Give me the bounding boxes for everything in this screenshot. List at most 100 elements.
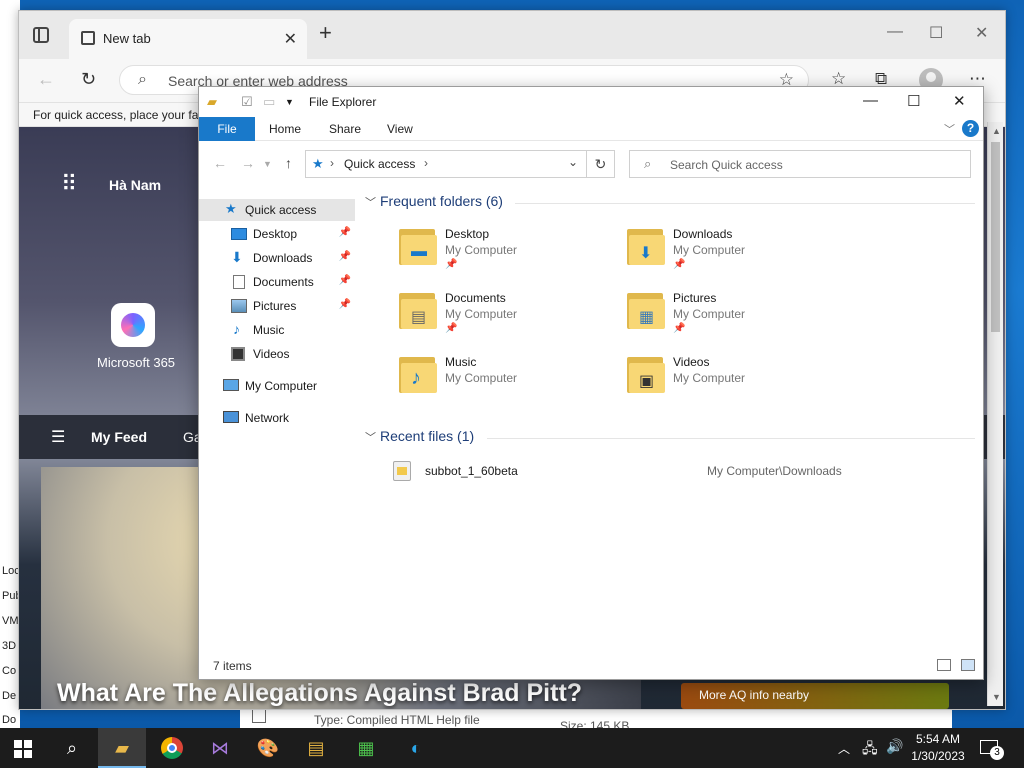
nav-item-pictures[interactable]: Pictures 📌 xyxy=(199,295,355,317)
volume-icon[interactable]: 🔊 xyxy=(886,738,903,755)
nav-item-desktop[interactable]: Desktop 📌 xyxy=(199,223,355,245)
tab-file[interactable]: File xyxy=(199,117,255,141)
nav-item-my-computer[interactable]: My Computer xyxy=(199,375,355,397)
address-box[interactable]: ★ › Quick access › ⌄ xyxy=(305,150,587,178)
new-tab-button[interactable]: + xyxy=(319,22,332,44)
tab-share[interactable]: Share xyxy=(329,122,361,136)
scrollbar-thumb[interactable] xyxy=(991,142,1000,332)
close-button[interactable]: ✕ xyxy=(953,92,966,110)
tab-actions-icon[interactable] xyxy=(33,27,49,43)
my-feed-tab[interactable]: My Feed xyxy=(91,429,147,445)
nav-label: My Computer xyxy=(245,379,318,393)
nav-item-documents[interactable]: Documents 📌 xyxy=(199,271,355,293)
close-button[interactable]: ✕ xyxy=(975,23,988,43)
archive-taskbar-icon[interactable]: ▤ xyxy=(292,728,340,768)
network-icon xyxy=(223,411,239,423)
file-explorer-taskbar-icon[interactable]: ▰ xyxy=(98,728,146,768)
folder-videos[interactable]: ▣ Videos My Computer xyxy=(593,353,793,405)
background-window-fragment: Loc Pub VM 3D Co De Do xyxy=(0,0,20,728)
paint-taskbar-icon[interactable]: 🎨 xyxy=(244,728,292,768)
nav-label: Music xyxy=(253,323,285,337)
nav-label: Documents xyxy=(253,275,314,289)
divider xyxy=(487,438,975,439)
visual-studio-taskbar-icon[interactable]: ⋈ xyxy=(196,728,244,768)
address-dropdown-icon[interactable]: ⌄ xyxy=(568,155,578,169)
show-hidden-icons-icon[interactable]: ︿ xyxy=(838,740,850,757)
tab-home[interactable]: Home xyxy=(269,122,301,136)
nav-item-quick-access[interactable]: ★ Quick access xyxy=(199,199,355,221)
up-arrow-icon[interactable]: ↑ xyxy=(285,155,292,171)
new-folder-icon[interactable]: ▭ xyxy=(263,94,275,110)
chrome-taskbar-icon[interactable] xyxy=(148,728,196,768)
pin-icon: 📌 xyxy=(338,275,351,286)
network-tray-icon[interactable]: 🖧 xyxy=(862,738,878,762)
notification-badge: 3 xyxy=(990,746,1004,760)
pin-icon: 📌 xyxy=(338,299,351,310)
bot-app-taskbar-icon[interactable]: ▦ xyxy=(342,728,390,768)
maximize-button[interactable]: ☐ xyxy=(929,23,943,43)
menu-icon[interactable]: ☰ xyxy=(51,427,65,447)
help-icon[interactable]: ? xyxy=(962,120,979,137)
properties-icon[interactable]: ☑ xyxy=(241,94,253,110)
clock-time[interactable]: 5:54 AM xyxy=(908,732,968,746)
tile-label: Microsoft 365 xyxy=(97,355,176,370)
breadcrumb-separator-icon[interactable]: › xyxy=(330,156,334,170)
nav-item-videos[interactable]: Videos xyxy=(199,343,355,365)
tab-new-tab[interactable]: New tab ✕ xyxy=(69,19,307,59)
nav-item-music[interactable]: ♪ Music xyxy=(199,319,355,341)
clock-date[interactable]: 1/30/2023 xyxy=(908,749,968,763)
forward-arrow-icon[interactable]: → xyxy=(241,155,255,171)
notification-center[interactable]: 3 xyxy=(980,738,1004,760)
expand-ribbon-icon[interactable]: ﹀ xyxy=(944,121,955,137)
nav-item-downloads[interactable]: ⬇ Downloads 📌 xyxy=(199,247,355,269)
recent-file-row[interactable]: subbot_1_60beta My Computer\Downloads xyxy=(365,461,977,483)
scroll-up-icon[interactable]: ▲ xyxy=(992,126,1001,136)
folder-icon: ▤ xyxy=(399,291,437,331)
quick-link-tile[interactable] xyxy=(111,303,155,347)
folder-desktop[interactable]: ▬ Desktop My Computer 📌 xyxy=(365,225,565,277)
details-view-icon[interactable] xyxy=(937,659,951,671)
group-label: Recent files (1) xyxy=(380,428,475,444)
folder-icon: ♪ xyxy=(399,355,437,395)
folder-documents[interactable]: ▤ Documents My Computer 📌 xyxy=(365,289,565,341)
close-tab-icon[interactable]: ✕ xyxy=(284,29,297,49)
refresh-button[interactable]: ↻ xyxy=(587,150,615,178)
nav-item-network[interactable]: Network xyxy=(199,407,355,429)
aq-info-link[interactable]: More AQ info nearby xyxy=(681,683,949,709)
scroll-down-icon[interactable]: ▼ xyxy=(992,692,1001,702)
app-launcher-icon[interactable]: ⠿ xyxy=(61,171,77,197)
weather-location[interactable]: Hà Nam xyxy=(109,177,161,193)
edge-taskbar-icon[interactable]: ◐ xyxy=(392,728,440,768)
news-headline[interactable]: What Are The Allegations Against Brad Pi… xyxy=(57,679,582,708)
qat-dropdown-icon[interactable]: ▼ xyxy=(285,97,294,107)
recent-locations-icon[interactable]: ▼ xyxy=(263,159,272,169)
refresh-icon[interactable]: ↻ xyxy=(81,69,96,90)
folder-name: Downloads xyxy=(673,227,733,241)
browser-scrollbar[interactable]: ▲ ▼ xyxy=(987,122,1003,706)
bg-label: Do xyxy=(2,714,17,726)
minimize-button[interactable]: — xyxy=(887,23,903,41)
tab-view[interactable]: View xyxy=(387,122,413,136)
frequent-folders-header[interactable]: ﹀ Frequent folders (6) xyxy=(365,193,503,210)
item-checkbox[interactable] xyxy=(252,709,266,723)
file-type-text: Type: Compiled HTML Help file xyxy=(314,713,480,727)
folder-pictures[interactable]: ▦ Pictures My Computer 📌 xyxy=(593,289,793,341)
folder-music[interactable]: ♪ Music My Computer xyxy=(365,353,565,405)
folder-icon: ▦ xyxy=(627,291,665,331)
back-arrow-icon[interactable]: ← xyxy=(37,69,55,90)
minimize-button[interactable]: — xyxy=(863,92,878,109)
search-input[interactable]: ⌕ Search Quick access xyxy=(629,150,971,178)
breadcrumb-quick-access[interactable]: Quick access xyxy=(344,157,415,171)
large-icons-view-icon[interactable] xyxy=(961,659,975,671)
maximize-button[interactable]: ☐ xyxy=(907,92,920,110)
start-button[interactable] xyxy=(0,728,48,768)
search-icon[interactable]: ⌕ xyxy=(48,728,96,768)
folder-name: Videos xyxy=(673,355,710,369)
search-icon: ⌕ xyxy=(138,71,147,88)
back-arrow-icon[interactable]: ← xyxy=(213,155,227,171)
folder-downloads[interactable]: ⬇ Downloads My Computer 📌 xyxy=(593,225,793,277)
nav-label: Desktop xyxy=(253,227,298,241)
recent-files-header[interactable]: ﹀ Recent files (1) xyxy=(365,428,474,445)
breadcrumb-separator-icon[interactable]: › xyxy=(424,156,428,170)
navigation-row: ← → ▼ ↑ ★ › Quick access › ⌄ ↻ ⌕ Search … xyxy=(199,141,983,185)
